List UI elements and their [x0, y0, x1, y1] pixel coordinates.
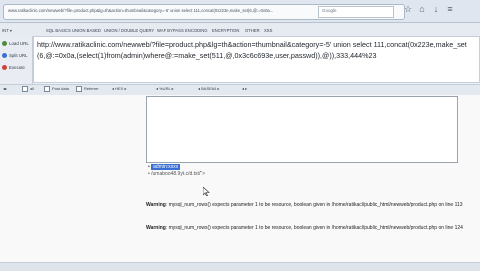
- hex-button[interactable]: ◂ HEX ▸: [112, 85, 126, 93]
- execute-button[interactable]: Execute: [2, 62, 29, 73]
- sql-query-text[interactable]: http://www.ratikaclinic.com/newweb/?file…: [37, 40, 475, 82]
- post-data-checkbox[interactable]: Post data: [44, 85, 69, 93]
- load-url-icon: [2, 41, 7, 47]
- hackbar-menu-waf-bypass[interactable]: WAF BYPASS: [157, 26, 184, 35]
- warning-message: Warning: mysql_num_rows() expects parame…: [146, 202, 463, 208]
- load-url-button[interactable]: Load URL: [2, 38, 29, 49]
- split-url-button[interactable]: Split URL: [2, 50, 29, 61]
- mouse-cursor-icon: [203, 187, 210, 196]
- execute-icon: [2, 65, 7, 71]
- hackbar-menu-encoding[interactable]: ENCODING: [185, 26, 208, 35]
- hackbar-menu-union-double[interactable]: UNION / DOUBLE QUERY: [104, 26, 154, 35]
- insert-string-button[interactable]: ◂ ▸: [242, 85, 247, 93]
- result-list-item: • /umaboo48.9yt.c/d.txt/">: [148, 171, 206, 177]
- hackbar-menu-xss[interactable]: XSS: [264, 26, 272, 35]
- hackbar-int-select[interactable]: INT ▾: [2, 26, 12, 35]
- home-icon[interactable]: ⌂: [416, 3, 428, 15]
- download-icon[interactable]: ↓: [430, 3, 442, 15]
- hackbar-menu-other[interactable]: OTHER: [245, 26, 260, 35]
- url-text[interactable]: www.ratikaclinic.com/newweb/?file=produc…: [8, 5, 308, 17]
- search-placeholder[interactable]: Google: [322, 6, 362, 16]
- hackbar-menu-encryption[interactable]: ENCRYPTION: [212, 26, 239, 35]
- hackbar-menu-sql-basics[interactable]: SQL BASICS: [46, 26, 71, 35]
- split-url-icon: [2, 53, 7, 59]
- warning-message: Warning: mysql_num_rows() expects parame…: [146, 225, 463, 231]
- url-encode-button[interactable]: ◂ %URL ▸: [156, 85, 174, 93]
- hackbar-menu-union-based[interactable]: UNION BASED: [72, 26, 101, 35]
- bookmark-star-icon[interactable]: ☆: [402, 3, 414, 15]
- result-list-item: • admin:xxxx: [148, 164, 181, 170]
- arrow-left-icon[interactable]: ◂▸: [3, 85, 7, 93]
- referrer-checkbox[interactable]: Referrer: [76, 85, 99, 93]
- content-frame: [146, 96, 458, 163]
- menu-icon[interactable]: ≡: [444, 3, 456, 15]
- base64-button[interactable]: ◂ BASE64 ▸: [198, 85, 219, 93]
- all-checkbox[interactable]: all: [22, 85, 34, 93]
